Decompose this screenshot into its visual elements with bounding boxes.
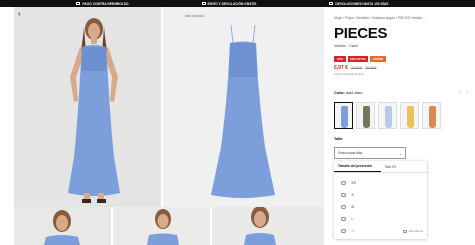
swatch-dress-shape xyxy=(363,106,370,128)
tab-provider-size[interactable]: Tamaño del proveedor xyxy=(334,161,381,172)
back-arrow-icon[interactable]: ‹ xyxy=(18,10,21,18)
top-info-item: DEVOLUCIONES HASTA 100 DÍAS xyxy=(329,2,388,6)
color-selected-value: azul claro xyxy=(346,91,363,95)
radio-icon[interactable] xyxy=(341,180,346,186)
color-swatch[interactable] xyxy=(400,102,419,129)
size-option-label: XS xyxy=(351,181,356,185)
swatch-dress-shape xyxy=(385,106,392,128)
swatch-dress-shape xyxy=(429,106,436,128)
product-name: Vestido - Claire xyxy=(334,44,359,48)
size-option-label: S xyxy=(351,193,354,197)
size-dropdown-tabs: Tamaño del proveedor Talla ES xyxy=(334,161,427,173)
promo-badge: 20% EXTRA xyxy=(347,56,369,63)
size-select-placeholder: Seleccionar talla xyxy=(338,151,363,155)
notify-me[interactable]: Recordarme xyxy=(403,229,423,233)
thumbnail-2-illustration xyxy=(113,207,210,245)
reference-price: 39,99 € xyxy=(365,66,377,70)
promo-badges: -20% 20% EXTRA CUPÓN xyxy=(334,56,386,63)
color-swatch[interactable] xyxy=(356,102,375,129)
chevron-right-icon[interactable]: › xyxy=(466,90,468,96)
thumbnail-2[interactable] xyxy=(113,207,210,245)
size-option[interactable]: XL Recordarme xyxy=(341,227,423,235)
thumbnail-3-illustration xyxy=(212,207,324,245)
swatch-dress-shape xyxy=(407,106,414,128)
box-icon xyxy=(201,2,206,5)
size-option[interactable]: S xyxy=(341,191,423,199)
top-info-item: PAGO CONTRA REEMBOLSO xyxy=(76,2,128,6)
thumbnail-3[interactable] xyxy=(212,207,324,245)
thumbnail-1[interactable] xyxy=(14,207,111,245)
notify-label: Recordarme xyxy=(408,229,423,233)
color-label-title: Color: xyxy=(334,91,346,95)
top-info-label: DEVOLUCIONES HASTA 100 DÍAS xyxy=(335,1,389,6)
product-gallery: ‹ Más producto xyxy=(14,7,324,207)
radio-icon[interactable] xyxy=(341,192,346,198)
promo-badge: -20% xyxy=(334,56,346,63)
color-swatch[interactable] xyxy=(422,102,441,129)
current-price: 5,97 € xyxy=(334,65,348,71)
truck-icon xyxy=(76,2,81,5)
chevron-left-icon[interactable]: ‹ xyxy=(459,90,461,96)
radio-icon[interactable] xyxy=(341,204,346,210)
color-swatch[interactable] xyxy=(334,102,353,129)
more-product-label: Más producto xyxy=(184,14,204,18)
tab-size-es[interactable]: Talla ES xyxy=(381,161,428,172)
radio-icon[interactable] xyxy=(341,216,346,222)
dress-flat-illustration xyxy=(163,7,324,207)
size-option-label: L xyxy=(351,217,354,221)
size-select[interactable]: Seleccionar talla ⌄ xyxy=(334,147,406,159)
color-swatch[interactable] xyxy=(378,102,397,129)
size-option-label: M xyxy=(351,205,355,209)
size-option[interactable]: L xyxy=(341,215,423,223)
gallery-thumbnails xyxy=(14,207,324,245)
model-photo-front[interactable]: ‹ xyxy=(14,7,161,207)
top-info-item: ENVÍO Y DEVOLUCIÓN GRATIS xyxy=(201,1,257,6)
size-option[interactable]: M xyxy=(341,203,423,211)
promo-badge: CUPÓN xyxy=(370,56,386,63)
top-info-label: ENVÍO Y DEVOLUCIÓN GRATIS xyxy=(207,1,257,6)
radio-icon[interactable] xyxy=(341,228,346,234)
size-option[interactable]: XS xyxy=(341,179,423,187)
model-photo-illustration xyxy=(14,7,161,207)
swatch-dress-shape xyxy=(341,106,348,128)
return-icon xyxy=(329,2,334,5)
dress-photo-flat[interactable]: Más producto xyxy=(163,7,324,207)
chevron-down-icon: ⌄ xyxy=(398,150,402,156)
color-row: Color: azul claro ‹ › xyxy=(334,87,468,99)
size-option-label: XL xyxy=(351,229,356,233)
thumbnail-1-illustration xyxy=(14,207,111,245)
mail-icon xyxy=(403,229,408,233)
product-info-panel: Mujer / Ropa / Vestidos / Vestidos largo… xyxy=(334,7,475,245)
top-info-bar: PAGO CONTRA REEMBOLSO ENVÍO Y DEVOLUCIÓN … xyxy=(0,0,475,7)
color-label: Color: azul claro xyxy=(334,91,363,95)
top-info-label: PAGO CONTRA REEMBOLSO xyxy=(82,1,129,6)
price-note: Precio más bajo anterior xyxy=(334,72,365,76)
size-title: Talla xyxy=(334,137,343,141)
size-dropdown: Tamaño del proveedor Talla ES XS S M L XL Rec… xyxy=(334,161,427,239)
color-swatches xyxy=(334,102,441,129)
color-nav: ‹ › xyxy=(459,90,468,96)
brand-name[interactable]: PIECES xyxy=(334,26,388,41)
price-line: 5,97 € 29,99 € 39,99 € xyxy=(334,65,377,71)
original-price: 29,99 € xyxy=(350,66,363,70)
breadcrumb[interactable]: Mujer / Ropa / Vestidos / Vestidos largo… xyxy=(334,16,426,20)
